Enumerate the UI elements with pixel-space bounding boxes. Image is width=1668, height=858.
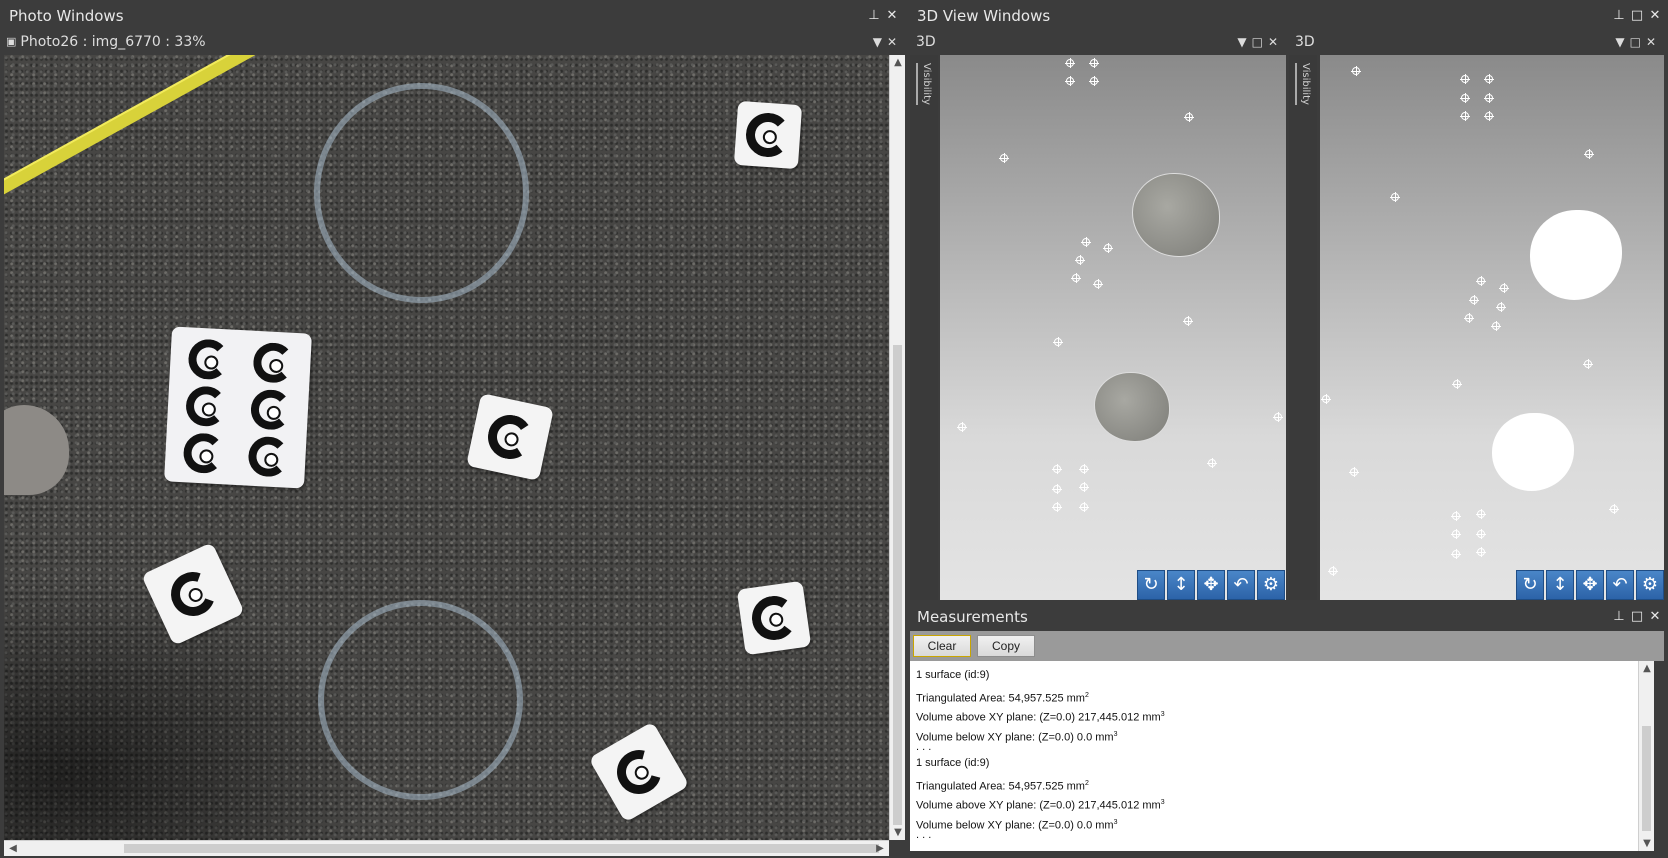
scroll-down-icon[interactable]: ▼ — [1640, 838, 1654, 849]
area-line: Triangulated Area: 54,957.525 mm2 — [916, 779, 1089, 793]
scroll-down-icon[interactable]: ▼ — [891, 827, 905, 838]
3d-view-2-header: 3D ▼ □ ✕ — [1289, 30, 1664, 54]
measurements-toolbar: Clear Copy — [910, 631, 1664, 661]
visibility-strip[interactable]: Visibility — [910, 55, 938, 600]
volume-above-line: Volume above XY plane: (Z=0.0) 217,445.0… — [916, 799, 1165, 812]
settings-icon[interactable]: ⚙ — [1257, 570, 1285, 600]
measurements-vertical-scrollbar[interactable]: ▲ ▼ — [1638, 661, 1654, 851]
chalk-circle-bottom — [318, 600, 523, 800]
measurements-output[interactable]: 1 surface (id:9) Triangulated Area: 54,9… — [910, 661, 1638, 851]
maximize-icon[interactable]: □ — [1630, 4, 1644, 28]
scroll-thumb[interactable] — [124, 844, 879, 853]
photo-tab-bar: ▣ Photo26 : img_6770 : 33% ▼ ✕ — [0, 30, 905, 54]
coded-target — [466, 393, 554, 481]
close-icon[interactable]: ✕ — [885, 4, 899, 28]
photo-vertical-scrollbar[interactable]: ▲ ▼ — [889, 55, 905, 840]
coded-target — [588, 721, 690, 823]
textured-surface-top — [1132, 173, 1220, 257]
3d-view-windows-title-bar: 3D View Windows ⊥ □ ✕ — [908, 4, 1668, 28]
surface-bottom — [1492, 413, 1574, 491]
ellipsis-line: . . . — [916, 741, 932, 753]
scroll-thumb[interactable] — [1642, 726, 1651, 831]
3d-view-windows-title: 3D View Windows — [917, 7, 1051, 25]
3d-viewport-2[interactable] — [1320, 55, 1664, 600]
pan-icon[interactable]: ✥ — [1197, 570, 1225, 600]
visibility-strip[interactable]: Visibility — [1289, 55, 1317, 600]
clear-button[interactable]: Clear — [913, 635, 971, 657]
shoe — [4, 405, 69, 495]
measuring-tape — [4, 55, 349, 208]
maximize-icon[interactable]: □ — [1630, 30, 1641, 54]
undo-icon[interactable]: ↶ — [1227, 570, 1255, 600]
photo-horizontal-scrollbar[interactable]: ◀ ▶ — [4, 840, 889, 856]
pin-icon[interactable]: ⊥ — [1612, 605, 1626, 629]
close-icon[interactable]: ✕ — [1646, 30, 1656, 54]
close-icon[interactable]: ✕ — [1648, 4, 1662, 28]
scroll-left-icon[interactable]: ◀ — [6, 843, 20, 854]
copy-button[interactable]: Copy — [977, 635, 1035, 657]
photo-tab-label[interactable]: Photo26 : img_6770 : 33% — [20, 30, 205, 54]
photo-windows-title-bar: Photo Windows ⊥ ✕ — [0, 4, 905, 28]
coded-target — [141, 542, 245, 646]
rotate-icon[interactable]: ↻ — [1516, 570, 1544, 600]
3d-view-1-label: 3D — [916, 34, 936, 50]
zoom-icon[interactable]: ↕ — [1167, 570, 1195, 600]
volume-above-line: Volume above XY plane: (Z=0.0) 217,445.0… — [916, 711, 1165, 724]
area-line: Triangulated Area: 54,957.525 mm2 — [916, 691, 1089, 705]
maximize-icon[interactable]: □ — [1630, 605, 1644, 629]
chalk-circle-top — [314, 83, 529, 303]
zoom-icon[interactable]: ↕ — [1546, 570, 1574, 600]
coded-target — [736, 580, 812, 656]
surface-top — [1530, 210, 1622, 300]
close-icon[interactable]: ✕ — [1648, 605, 1662, 629]
3d-view-1-header: 3D ▼ □ ✕ — [910, 30, 1286, 54]
volume-below-line: Volume below XY plane: (Z=0.0) 0.0 mm3 — [916, 818, 1118, 832]
camera-icon: ▣ — [6, 35, 17, 48]
photo-windows-title: Photo Windows — [9, 7, 124, 25]
pin-icon[interactable]: ⊥ — [1612, 4, 1626, 28]
scroll-right-icon[interactable]: ▶ — [873, 843, 887, 854]
measurements-title: Measurements — [917, 608, 1028, 626]
close-icon[interactable]: ✕ — [1268, 30, 1278, 54]
textured-surface-bottom — [1094, 372, 1170, 442]
volume-below-line: Volume below XY plane: (Z=0.0) 0.0 mm3 — [916, 730, 1118, 744]
surface-line: 1 surface (id:9) — [916, 669, 990, 681]
visibility-label[interactable]: Visibility — [916, 63, 932, 105]
pin-icon[interactable]: ⊥ — [867, 4, 881, 28]
settings-icon[interactable]: ⚙ — [1636, 570, 1664, 600]
coded-target — [733, 100, 803, 170]
visibility-label[interactable]: Visibility — [1295, 63, 1311, 105]
tab-close-icon[interactable]: ✕ — [887, 30, 897, 54]
pan-icon[interactable]: ✥ — [1576, 570, 1604, 600]
photo-viewport[interactable] — [4, 55, 889, 840]
view-dropdown-icon[interactable]: ▼ — [1615, 30, 1624, 54]
measurements-title-bar: Measurements ⊥ □ ✕ — [908, 605, 1668, 629]
3d-view-2-toolbar: ↻ ↕ ✥ ↶ ⚙ — [1516, 570, 1664, 600]
tab-dropdown-icon[interactable]: ▼ — [873, 30, 882, 54]
view-dropdown-icon[interactable]: ▼ — [1237, 30, 1246, 54]
maximize-icon[interactable]: □ — [1252, 30, 1263, 54]
3d-view-2-label: 3D — [1295, 34, 1315, 50]
coded-target-sheet — [164, 326, 312, 489]
scroll-up-icon[interactable]: ▲ — [1640, 663, 1654, 674]
3d-viewport-1[interactable] — [940, 55, 1286, 600]
scroll-up-icon[interactable]: ▲ — [891, 57, 905, 68]
rotate-icon[interactable]: ↻ — [1137, 570, 1165, 600]
3d-view-1-toolbar: ↻ ↕ ✥ ↶ ⚙ — [1137, 570, 1285, 600]
ellipsis-line: . . . — [916, 829, 932, 841]
scroll-thumb[interactable] — [893, 345, 902, 825]
surface-line: 1 surface (id:9) — [916, 757, 990, 769]
undo-icon[interactable]: ↶ — [1606, 570, 1634, 600]
